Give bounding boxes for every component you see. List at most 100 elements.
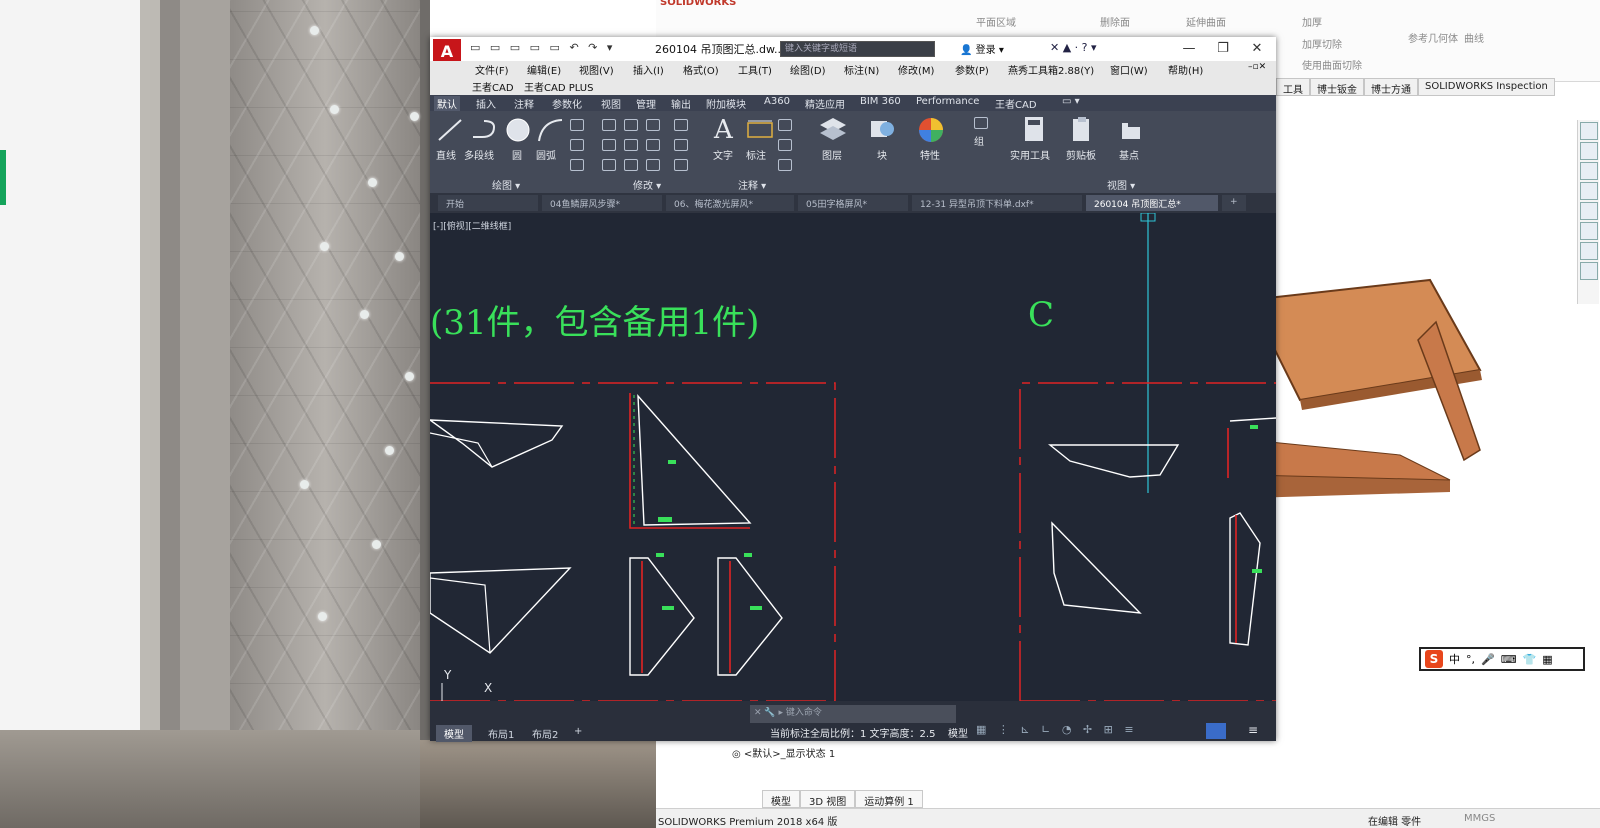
utilities-tool[interactable]: 实用工具: [1010, 147, 1050, 162]
sw-extend-surface[interactable]: 延伸曲面: [1186, 14, 1226, 29]
ribbon-tab-insert[interactable]: 插入: [476, 96, 496, 111]
sw-status-units[interactable]: MMGS: [1464, 813, 1495, 824]
properties-tool[interactable]: 特性: [920, 147, 940, 162]
scale-icon[interactable]: [624, 159, 638, 171]
fillet-icon[interactable]: [646, 139, 660, 151]
dimension-tool[interactable]: 标注: [746, 147, 766, 162]
markup-icon[interactable]: [778, 159, 792, 171]
view-palette-icon[interactable]: [1580, 182, 1598, 200]
layers-tool[interactable]: 图层: [822, 147, 842, 162]
doc-tab-tianzige[interactable]: 05田字格屏风*: [798, 195, 908, 211]
skin-icon[interactable]: 👕: [1523, 653, 1537, 666]
clipboard-tool[interactable]: 剪贴板: [1066, 147, 1096, 162]
folder-icon[interactable]: [1580, 162, 1598, 180]
doc-tab-special-ceiling[interactable]: 12-31 异型吊顶下料单.dxf*: [912, 195, 1082, 211]
rotate-icon[interactable]: [624, 119, 638, 131]
rectangle-icon[interactable]: [570, 119, 584, 131]
ime-punct-icon[interactable]: °,: [1466, 653, 1475, 666]
keyboard-icon[interactable]: ⌨: [1501, 653, 1517, 666]
properties-icon[interactable]: [1580, 222, 1598, 240]
status-toggle-icons[interactable]: ▦ ⋮ ⊾ ∟ ◔ ✢ ⊞ ≡: [976, 723, 1138, 736]
minimize-button[interactable]: —: [1178, 39, 1200, 59]
line-tool[interactable]: 直线: [436, 147, 456, 162]
restore-button[interactable]: ❐: [1212, 39, 1234, 59]
leader-icon[interactable]: [778, 119, 792, 131]
sw-surface-cut[interactable]: 使用曲面切除: [1302, 57, 1362, 72]
menu-draw[interactable]: 绘图(D): [790, 62, 826, 77]
ribbon-group-draw[interactable]: 绘图 ▾: [492, 177, 520, 192]
light-icon[interactable]: [1580, 262, 1598, 280]
sw-tab-tools[interactable]: 工具: [1276, 78, 1310, 96]
text-tool[interactable]: 文字: [713, 147, 733, 162]
ribbon-tab-output[interactable]: 输出: [671, 96, 691, 111]
menu-file[interactable]: 文件(F): [475, 62, 509, 77]
table-icon[interactable]: [778, 139, 792, 151]
new-tab-button[interactable]: +: [1222, 195, 1246, 211]
ime-lang[interactable]: 中: [1449, 651, 1460, 667]
microphone-icon[interactable]: 🎤: [1481, 653, 1495, 666]
group-icon[interactable]: [974, 117, 988, 129]
add-layout-button[interactable]: +: [566, 725, 590, 738]
cad-search-input[interactable]: 键入关键字或短语: [780, 41, 935, 57]
arc-tool[interactable]: 圆弧: [536, 147, 556, 162]
layout-tab-1[interactable]: 布局1: [480, 725, 522, 742]
menu-tools[interactable]: 工具(T): [738, 62, 772, 77]
menu-help[interactable]: 帮助(H): [1168, 62, 1203, 77]
sw-tab-3dview[interactable]: 3D 视图: [800, 790, 856, 808]
explode-icon[interactable]: [674, 139, 688, 151]
sw-planar-surface[interactable]: 平面区域: [976, 14, 1016, 29]
ime-toolbar[interactable]: S 中 °, 🎤 ⌨ 👕 ▦: [1419, 647, 1585, 671]
sw-delete-face[interactable]: 删除面: [1100, 14, 1130, 29]
menu-modify[interactable]: 修改(M): [898, 62, 934, 77]
sw-tab-motion[interactable]: 运动算例 1: [855, 790, 923, 808]
quick-access-toolbar[interactable]: ▭ ▭ ▭ ▭ ▭ ↶ ↷ ▾: [470, 41, 615, 54]
home-icon[interactable]: [1580, 122, 1598, 140]
ribbon-tab-a360[interactable]: A360: [764, 96, 790, 107]
doc-tab-plum-laser[interactable]: 06、梅花激光屏风*: [666, 195, 794, 211]
menu-format[interactable]: 格式(O): [683, 62, 719, 77]
layout-tab-model[interactable]: 模型: [436, 725, 472, 742]
ribbon-tab-manage[interactable]: 管理: [636, 96, 656, 111]
hatch-icon[interactable]: [570, 139, 584, 151]
ribbon-tab-addins[interactable]: 附加模块: [706, 96, 746, 111]
doc-window-controls[interactable]: –▫✕: [1248, 62, 1266, 72]
circle-tool[interactable]: 圆: [512, 147, 522, 162]
sw-curves[interactable]: 曲线: [1464, 30, 1484, 45]
block-tool[interactable]: 块: [877, 147, 887, 162]
ribbon-tab-view[interactable]: 视图: [601, 96, 621, 111]
sw-tab-square-tube[interactable]: 博士方通: [1364, 78, 1418, 96]
close-button[interactable]: ✕: [1246, 39, 1268, 59]
sw-thicken-cut[interactable]: 加厚切除: [1302, 36, 1342, 51]
sw-thicken[interactable]: 加厚: [1302, 14, 1322, 29]
move-icon[interactable]: [602, 119, 616, 131]
menu-edit[interactable]: 编辑(E): [527, 62, 561, 77]
copy-icon[interactable]: [602, 139, 616, 151]
menu-insert[interactable]: 插入(I): [633, 62, 664, 77]
doc-tab-ceiling-summary[interactable]: 260104 吊顶图汇总*: [1086, 195, 1218, 211]
menu-window[interactable]: 窗口(W): [1110, 62, 1148, 77]
ribbon-tab-performance[interactable]: Performance: [916, 96, 979, 107]
polyline-tool[interactable]: 多段线: [464, 147, 494, 162]
menu-parameters[interactable]: 参数(P): [955, 62, 989, 77]
sw-tab-inspection[interactable]: SOLIDWORKS Inspection: [1418, 78, 1555, 96]
customize-menu-icon[interactable]: ≡: [1248, 723, 1258, 737]
help-icon[interactable]: ✕ ▲ · ? ▾: [1050, 41, 1097, 54]
menu-yanxiu[interactable]: 燕秀工具箱2.88(Y): [1008, 62, 1094, 77]
command-line-input[interactable]: ✕ 🔧 ▸ 键入命令: [750, 705, 956, 723]
cad-drawing-canvas[interactable]: [-][俯视][二维线框] (31件，包含备用1件) C Y: [430, 213, 1276, 701]
array-icon[interactable]: [646, 159, 660, 171]
offset-icon[interactable]: [674, 159, 688, 171]
region-icon[interactable]: [570, 159, 584, 171]
forum-icon[interactable]: [1580, 242, 1598, 260]
sw-display-state[interactable]: ◎ <默认>_显示状态 1: [732, 745, 835, 760]
ribbon-group-annotate[interactable]: 注释 ▾: [738, 177, 766, 192]
sw-tab-sheetmetal[interactable]: 博士钣金: [1310, 78, 1364, 96]
doc-tab-fish-scale[interactable]: 04鱼鳞屏风步骤*: [542, 195, 662, 211]
status-model-toggle[interactable]: 模型: [948, 725, 968, 740]
stretch-icon[interactable]: [602, 159, 616, 171]
ribbon-options-icon[interactable]: ▭ ▾: [1062, 96, 1080, 107]
ribbon-group-modify[interactable]: 修改 ▾: [633, 177, 661, 192]
doc-tab-start[interactable]: 开始: [438, 195, 538, 211]
mirror-icon[interactable]: [624, 139, 638, 151]
ribbon-tab-wangzhe[interactable]: 王者CAD: [995, 96, 1037, 111]
